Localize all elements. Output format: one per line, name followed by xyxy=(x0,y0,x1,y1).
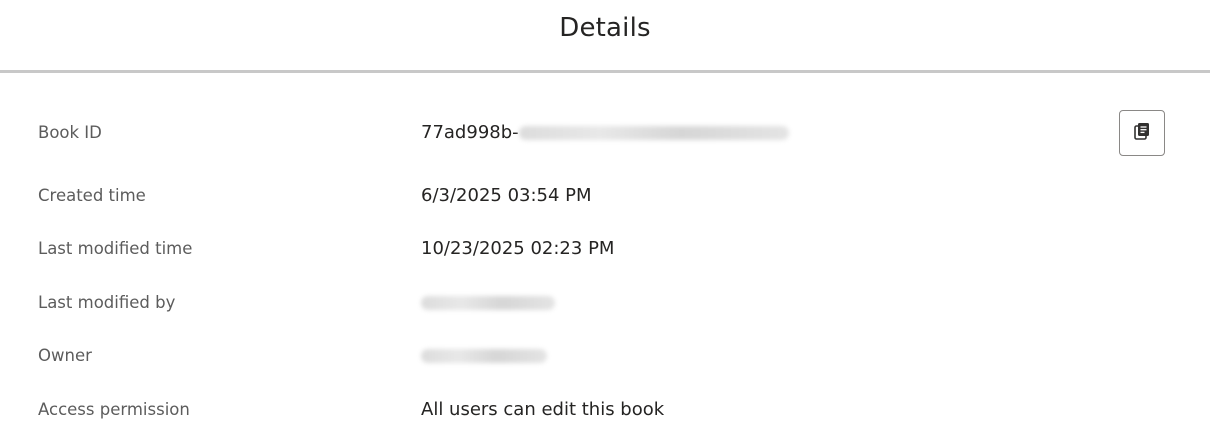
copy-book-id-button[interactable] xyxy=(1119,110,1165,156)
book-id-redacted xyxy=(518,126,789,140)
last-modified-by-label: Last modified by xyxy=(38,293,176,312)
last-modified-by-redacted xyxy=(421,296,555,310)
last-modified-time-label: Last modified time xyxy=(38,239,193,258)
detail-row-last-modified-by: Last modified by xyxy=(0,283,1210,323)
access-permission-value: All users can edit this book xyxy=(421,399,665,420)
access-permission-label: Access permission xyxy=(38,400,190,419)
last-modified-by-value xyxy=(421,283,555,323)
detail-row-created-time: Created time 6/3/2025 03:54 PM xyxy=(0,176,1210,216)
last-modified-time-value: 10/23/2025 02:23 PM xyxy=(421,238,615,259)
owner-redacted xyxy=(421,349,547,363)
owner-value xyxy=(421,336,547,376)
book-id-visible-text: 77ad998b- xyxy=(421,122,519,143)
page-title: Details xyxy=(559,13,651,43)
copy-icon xyxy=(1132,121,1152,145)
detail-row-last-modified-time: Last modified time 10/23/2025 02:23 PM xyxy=(0,229,1210,269)
book-id-label: Book ID xyxy=(38,123,102,142)
detail-row-access-permission: Access permission All users can edit thi… xyxy=(0,390,1210,430)
book-id-value: 77ad998b- xyxy=(421,113,789,153)
details-header: Details xyxy=(0,0,1210,73)
detail-row-owner: Owner xyxy=(0,336,1210,376)
created-time-value: 6/3/2025 03:54 PM xyxy=(421,185,592,206)
detail-row-book-id: Book ID 77ad998b- xyxy=(0,113,1210,153)
owner-label: Owner xyxy=(38,346,92,365)
created-time-label: Created time xyxy=(38,186,146,205)
